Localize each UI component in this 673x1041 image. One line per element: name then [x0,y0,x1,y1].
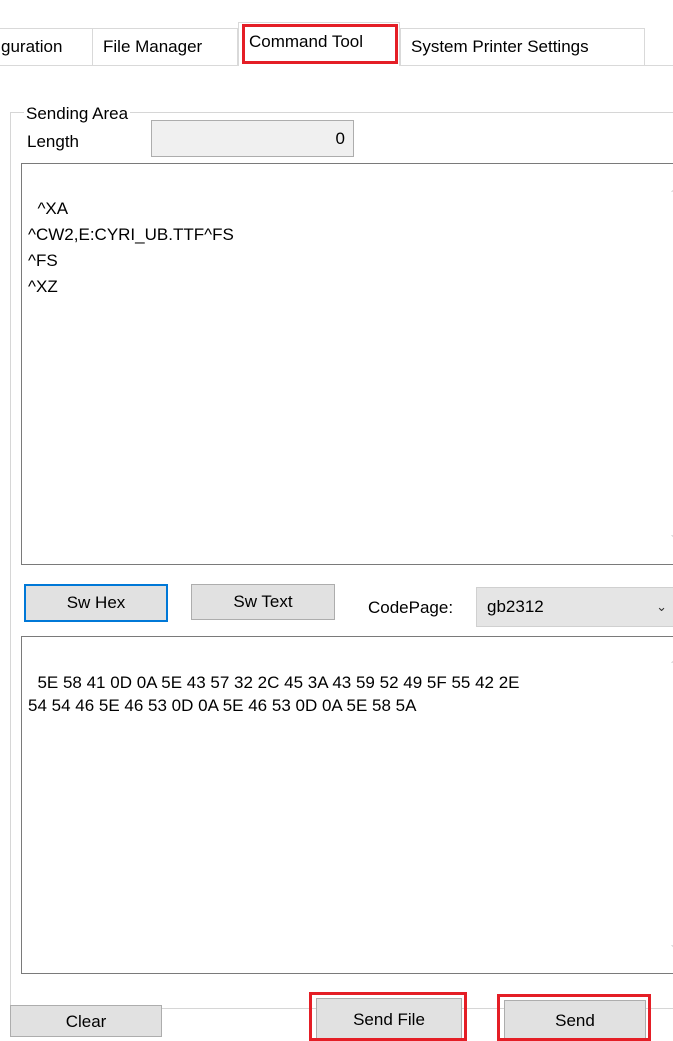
tab-label: guration [1,37,63,56]
tab-label: Command Tool [249,32,364,51]
codepage-label: CodePage: [368,598,454,617]
hex-textarea[interactable]: 5E 58 41 0D 0A 5E 43 57 32 2C 45 3A 43 5… [21,636,673,974]
tab-configuration[interactable]: guration [0,28,93,66]
sw-text-label: Sw Text [233,592,293,611]
clear-button[interactable]: Clear [10,1005,162,1037]
length-label: Length [27,132,79,151]
tab-label: System Printer Settings [411,37,589,56]
send-button[interactable]: Send [504,1000,646,1041]
sw-hex-label: Sw Hex [66,593,126,612]
sending-area-title: Sending Area [24,103,131,125]
command-text: ^XA ^CW2,E:CYRI_UB.TTF^FS ^FS ^XZ [28,199,234,296]
codepage-value: gb2312 [487,597,544,616]
tab-file-manager[interactable]: File Manager [92,28,238,66]
chevron-down-icon: ⌄ [656,599,667,614]
hex-text: 5E 58 41 0D 0A 5E 43 57 32 2C 45 3A 43 5… [28,673,520,715]
tab-system-printer-settings[interactable]: System Printer Settings [400,28,645,66]
send-file-button[interactable]: Send File [316,998,462,1041]
tab-command-tool[interactable]: Command Tool [238,22,400,66]
codepage-select[interactable]: gb2312 ⌄ [476,587,673,627]
send-file-label: Send File [353,1010,425,1029]
sw-text-button[interactable]: Sw Text [191,584,335,620]
length-field: 0 [151,120,354,157]
sw-hex-button[interactable]: Sw Hex [24,584,168,622]
tab-label: File Manager [103,37,203,56]
clear-label: Clear [65,1012,107,1031]
command-textarea[interactable]: ^XA ^CW2,E:CYRI_UB.TTF^FS ^FS ^XZ ︿ ﹀ [21,163,673,565]
send-label: Send [555,1011,595,1030]
